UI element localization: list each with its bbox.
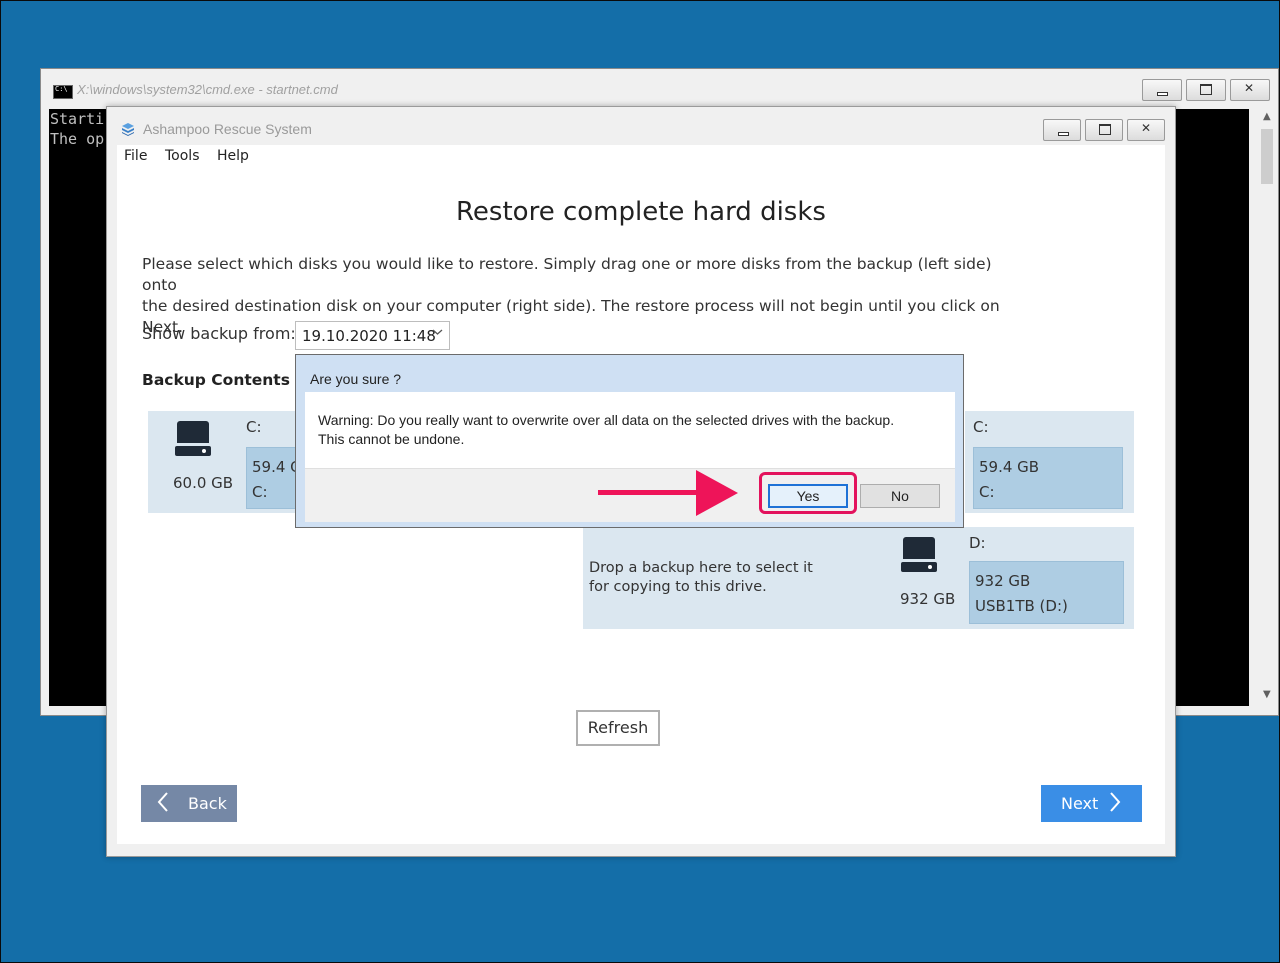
refresh-button[interactable]: Refresh	[576, 710, 660, 746]
maximize-icon[interactable]	[1085, 119, 1123, 141]
back-button[interactable]: Back	[141, 785, 237, 822]
show-backup-label: Show backup from:	[142, 324, 296, 343]
backup-disk-letter: C:	[246, 418, 262, 436]
drop-hint-line: Drop a backup here to select it	[589, 560, 813, 576]
back-label: Back	[188, 794, 227, 813]
chevron-right-icon	[1110, 792, 1121, 812]
app-title: Ashampoo Rescue System	[143, 121, 312, 137]
usb-disk-size: 932 GB	[900, 590, 956, 608]
cmd-titlebar[interactable]: X:\windows\system32\cmd.exe - startnet.c…	[41, 69, 1278, 109]
partition-label: USB1TB (D:)	[975, 597, 1068, 615]
instructions-line: Please select which disks you would like…	[142, 255, 992, 294]
partition-size: 932 GB	[975, 572, 1031, 590]
menu-bar: File Tools Help	[117, 145, 1165, 171]
dialog-title: Are you sure ?	[310, 371, 402, 387]
scroll-down-icon[interactable]: ▼	[1263, 689, 1271, 700]
backup-disk-panel[interactable]: 60.0 GB C: 59.4 G C:	[148, 411, 318, 513]
cmd-close-icon[interactable]	[1230, 79, 1270, 101]
cmd-minimize-icon[interactable]	[1142, 79, 1182, 101]
dest-partition[interactable]: 59.4 GB C:	[973, 447, 1123, 509]
backup-date-dropdown[interactable]: 19.10.2020 11:48	[295, 321, 450, 350]
chevron-left-icon	[157, 792, 168, 812]
dialog-message-line: Warning: Do you really want to overwrite…	[318, 412, 895, 428]
menu-file[interactable]: File	[124, 148, 147, 164]
backup-disk-size: 60.0 GB	[173, 474, 234, 492]
hard-drive-icon	[901, 537, 937, 573]
ashampoo-logo-icon	[122, 123, 134, 136]
backup-contents-label: Backup Contents	[142, 371, 290, 389]
dest-disk-letter: C:	[973, 418, 989, 436]
dialog-footer: Yes No	[305, 468, 955, 522]
usb-partition[interactable]: 932 GB USB1TB (D:)	[969, 561, 1124, 624]
backup-date-value: 19.10.2020 11:48	[302, 327, 436, 345]
page-title: Restore complete hard disks	[456, 197, 826, 227]
annotation-highlight-box	[759, 472, 857, 514]
dialog-body: Warning: Do you really want to overwrite…	[305, 392, 955, 522]
app-titlebar[interactable]: Ashampoo Rescue System	[107, 107, 1175, 145]
menu-tools[interactable]: Tools	[165, 148, 200, 164]
annotation-arrow-icon	[696, 470, 738, 516]
cmd-icon	[53, 85, 73, 99]
next-button[interactable]: Next	[1041, 785, 1142, 822]
next-label: Next	[1061, 794, 1099, 813]
scroll-up-icon[interactable]: ▲	[1263, 111, 1271, 122]
dialog-message: Warning: Do you really want to overwrite…	[318, 411, 894, 449]
cmd-title: X:\windows\system32\cmd.exe - startnet.c…	[77, 82, 338, 97]
usb-disk-letter: D:	[969, 534, 986, 552]
drop-hint-line: for copying to this drive.	[589, 579, 767, 595]
chevron-down-icon	[432, 329, 443, 335]
cmd-scrollbar[interactable]: ▲ ▼	[1258, 109, 1277, 706]
confirm-dialog: Are you sure ? Warning: Do you really wa…	[295, 354, 964, 528]
dest-disk-usb-panel[interactable]: Drop a backup here to select it for copy…	[583, 527, 1134, 629]
close-icon[interactable]	[1127, 119, 1165, 141]
drop-hint: Drop a backup here to select it for copy…	[589, 559, 813, 597]
menu-help[interactable]: Help	[217, 148, 249, 164]
no-button[interactable]: No	[860, 484, 940, 508]
minimize-icon[interactable]	[1043, 119, 1081, 141]
annotation-arrow-shaft	[598, 490, 698, 495]
dialog-message-line: This cannot be undone.	[318, 431, 465, 447]
partition-letter: C:	[979, 483, 995, 501]
dest-disk-panel[interactable]: C: 59.4 GB C:	[965, 411, 1134, 513]
partition-letter: C:	[252, 483, 268, 501]
scroll-thumb[interactable]	[1261, 129, 1273, 184]
partition-size: 59.4 GB	[979, 458, 1040, 476]
hard-drive-icon	[175, 421, 211, 457]
cmd-maximize-icon[interactable]	[1186, 79, 1226, 101]
